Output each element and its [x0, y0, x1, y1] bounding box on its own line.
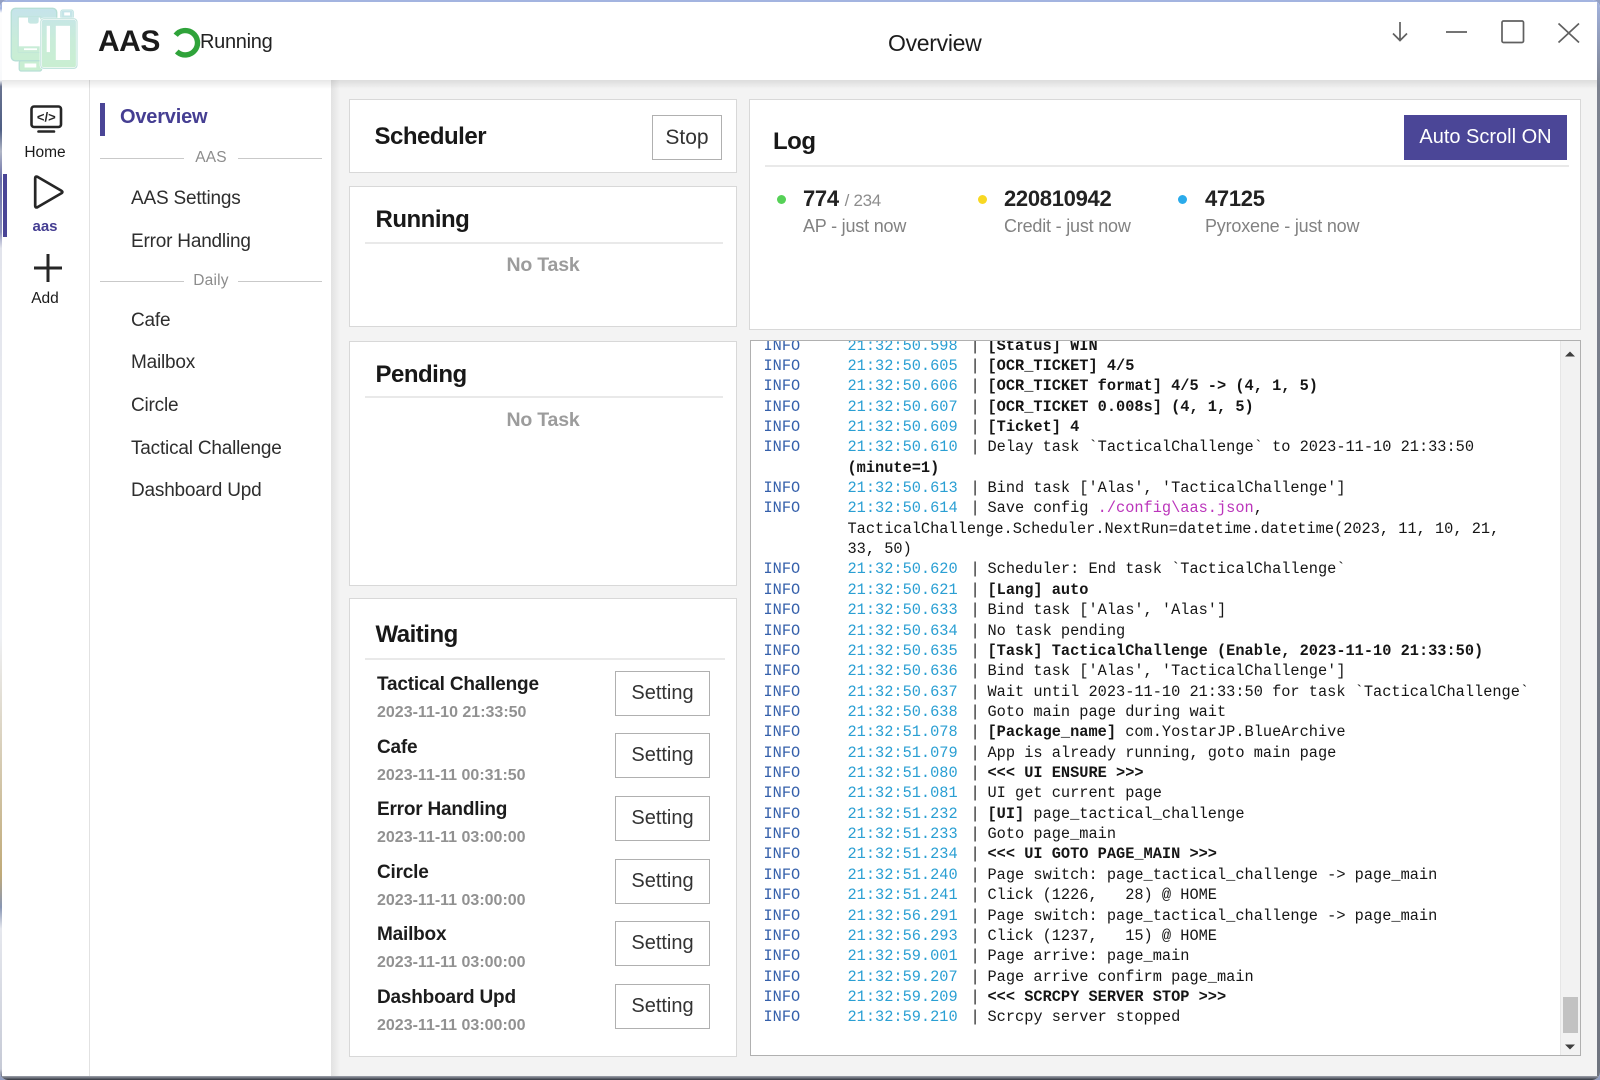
svg-text:</>: </>: [37, 110, 56, 125]
